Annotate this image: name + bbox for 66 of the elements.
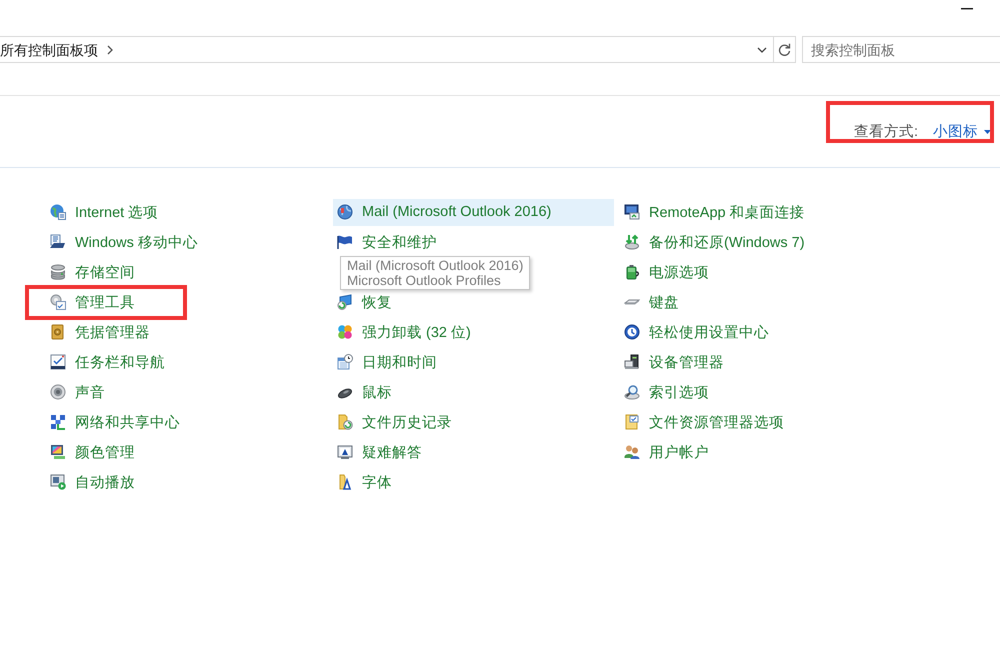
- color-monitor-icon: [50, 444, 66, 460]
- control-panel-link[interactable]: 网络和共享中心: [46, 408, 327, 436]
- disk-arrows-icon: [624, 234, 640, 250]
- control-panel-link[interactable]: 颜色管理: [46, 438, 327, 466]
- control-panel-link[interactable]: 轻松使用设置中心: [620, 318, 901, 346]
- control-panel-link[interactable]: Mail (Microsoft Outlook 2016): [333, 198, 614, 226]
- gear-window-icon: [50, 294, 66, 310]
- caret-down-icon: [984, 130, 991, 134]
- control-panel-link[interactable]: 索引选项: [620, 378, 901, 406]
- control-panel-link[interactable]: 鼠标: [333, 378, 614, 406]
- restore-icon: [337, 294, 353, 310]
- control-panel-link[interactable]: 自动播放: [46, 468, 327, 496]
- control-panel-link[interactable]: 疑难解答: [333, 438, 614, 466]
- control-panel-link[interactable]: 文件历史记录: [333, 408, 614, 436]
- remote-monitor-icon: [624, 204, 640, 220]
- laptop-icon: [50, 234, 66, 250]
- flag-icon: [337, 234, 353, 250]
- view-by-label: 查看方式:: [854, 122, 918, 141]
- control-panel-link[interactable]: 字体: [333, 468, 614, 496]
- control-panel-link[interactable]: 声音: [46, 378, 327, 406]
- control-panel-link[interactable]: Internet 选项: [46, 198, 327, 226]
- search-field[interactable]: 搜索控制面板: [802, 36, 1000, 63]
- control-panel-link[interactable]: 管理工具: [46, 288, 327, 316]
- minimize-icon: [961, 8, 973, 10]
- refresh-icon: [778, 42, 791, 56]
- folder-icon: [337, 474, 353, 490]
- control-panel-link[interactable]: 凭据管理器: [46, 318, 327, 346]
- control-panel-link[interactable]: 日期和时间: [333, 348, 614, 376]
- autoplay-icon: [50, 474, 66, 490]
- control-panel-link[interactable]: 键盘: [620, 288, 901, 316]
- view-mode-dropdown[interactable]: 小图标: [933, 122, 991, 141]
- control-panel-link[interactable]: 存储空间: [46, 258, 327, 286]
- control-panel-link[interactable]: RemoteApp 和桌面连接: [620, 198, 901, 226]
- control-panel-link[interactable]: 设备管理器: [620, 348, 901, 376]
- address-bar[interactable]: 所有控制面板项: [0, 36, 796, 63]
- control-panel-link[interactable]: 备份和还原(Windows 7): [620, 228, 901, 256]
- monitor-icon: [337, 444, 353, 460]
- chevron-right-icon[interactable]: [107, 44, 113, 54]
- globe-icon: [337, 204, 353, 220]
- computer-icon: [624, 354, 640, 370]
- tooltip-text: Microsoft Outlook Profiles: [347, 273, 502, 288]
- control-panel-link[interactable]: 文件资源管理器选项: [620, 408, 901, 436]
- battery-plug-icon: [624, 264, 640, 280]
- control-panel-link[interactable]: Windows 移动中心: [46, 228, 327, 256]
- network-icon: [50, 414, 66, 430]
- disk-stack-icon: [50, 264, 66, 280]
- control-panel-link[interactable]: 电源选项: [620, 258, 901, 286]
- globe-icon: [50, 204, 66, 220]
- tooltip-text: Mail (Microsoft Outlook 2016): [347, 258, 524, 273]
- control-panel-link[interactable]: 用户帐户: [620, 438, 901, 466]
- control-panel-link[interactable]: 强力卸载 (32 位): [333, 318, 614, 346]
- folder-window-icon: [624, 414, 640, 430]
- speaker-icon: [50, 384, 66, 400]
- folder-clock-icon: [337, 414, 353, 430]
- safe-icon: [50, 324, 66, 340]
- flower-icon: [337, 324, 353, 340]
- chevron-down-icon: [757, 46, 767, 52]
- calendar-clock-icon: [337, 354, 353, 370]
- dial-icon: [624, 324, 640, 340]
- breadcrumb-link[interactable]: 所有控制面板项: [0, 40, 98, 58]
- users-icon: [624, 444, 640, 460]
- taskbar-icon: [50, 354, 66, 370]
- control-panel-link[interactable]: 恢复: [333, 288, 614, 316]
- control-panel-link[interactable]: 任务栏和导航: [46, 348, 327, 376]
- control-panel-link[interactable]: 安全和维护: [333, 228, 614, 256]
- magnifier-icon: [624, 384, 640, 400]
